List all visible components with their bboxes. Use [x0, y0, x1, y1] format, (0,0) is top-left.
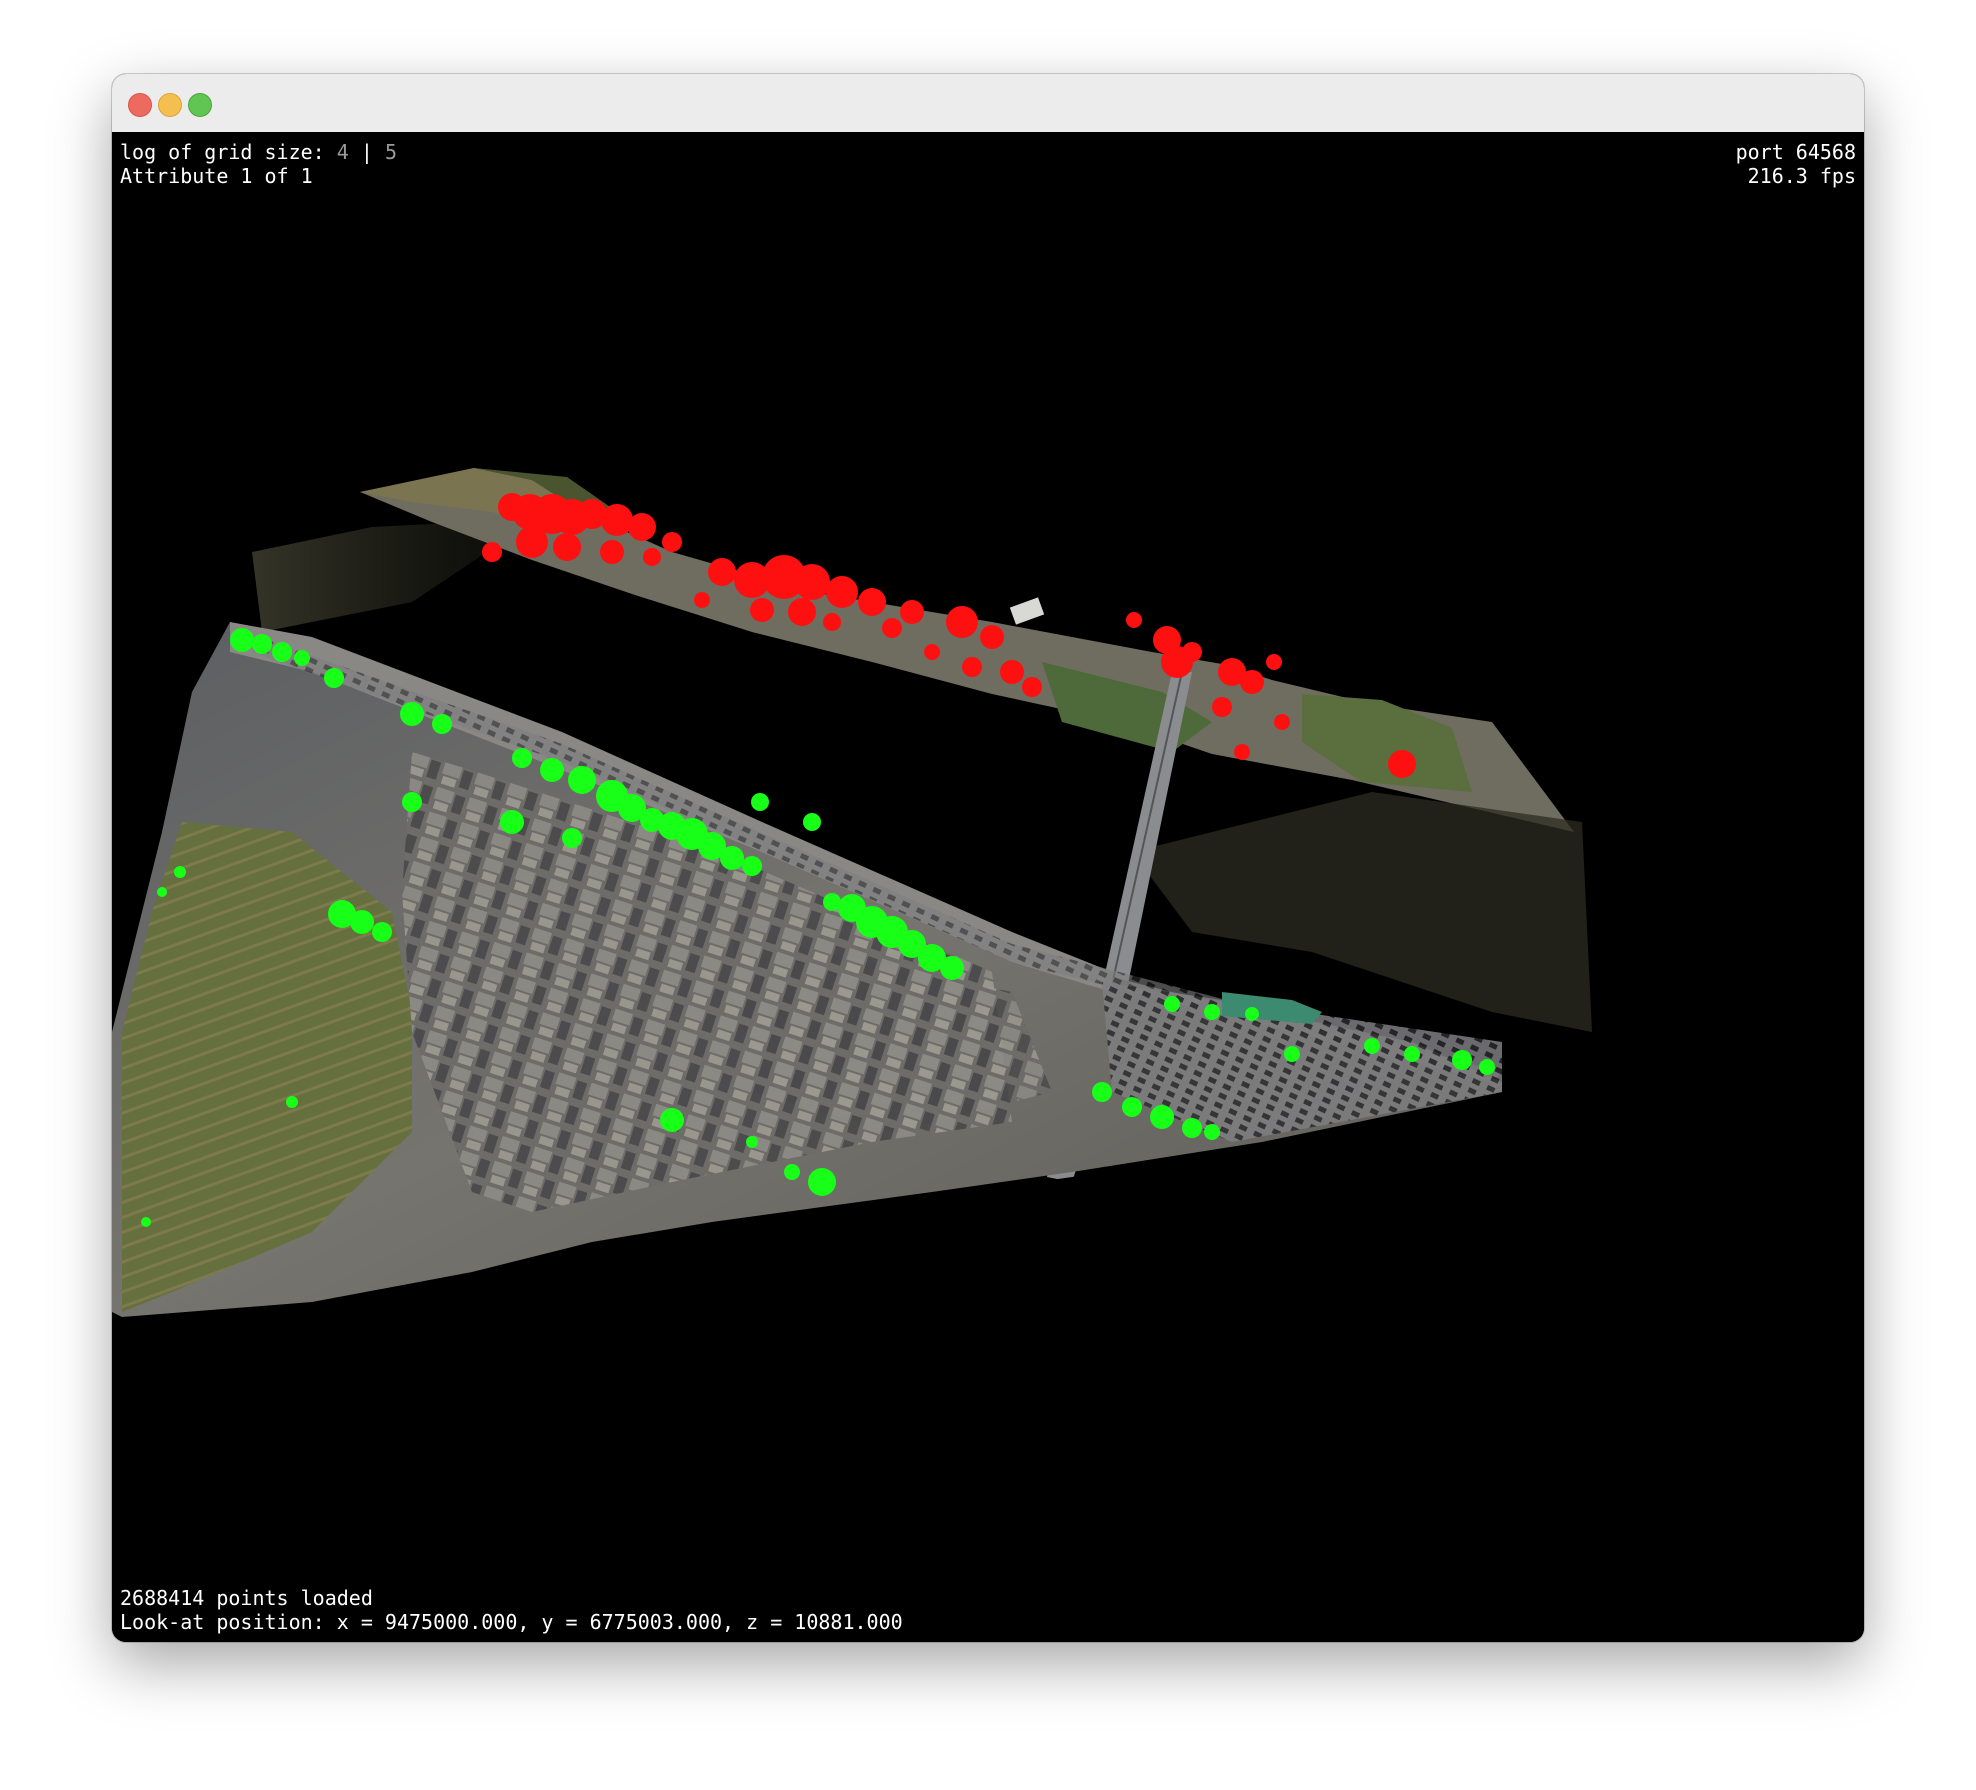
white-building [1009, 597, 1045, 625]
fps-counter: 216.3 fps [1747, 164, 1856, 188]
grid-size-separator: | [360, 140, 373, 164]
hud-bottom-left: 2688414 points loaded Look-at position: … [120, 1586, 903, 1634]
point-cloud-viewport[interactable]: log of grid size: 4 | 5 Attribute 1 of 1… [112, 132, 1864, 1642]
zoom-window-button[interactable] [188, 93, 212, 117]
hud-top-left: log of grid size: 4 | 5 Attribute 1 of 1 [120, 140, 397, 188]
points-loaded-status: 2688414 points loaded [120, 1586, 373, 1610]
riverside-lawn [1302, 694, 1472, 792]
grid-size-value-b: 5 [384, 140, 397, 164]
far-shore-reflection [252, 522, 502, 632]
app-window: log of grid size: 4 | 5 Attribute 1 of 1… [112, 74, 1864, 1642]
hud-top-right: port 64568 216.3 fps [1736, 140, 1856, 188]
port-indicator: port 64568 [1735, 140, 1856, 164]
look-at-position: Look-at position: x = 9475000.000, y = 6… [120, 1610, 903, 1634]
close-window-button[interactable] [128, 93, 152, 117]
minimize-window-button[interactable] [158, 93, 182, 117]
point-cloud-scene[interactable] [112, 132, 1864, 1642]
grid-size-label: log of grid size: [120, 140, 325, 164]
attribute-indicator: Attribute 1 of 1 [120, 164, 313, 188]
grid-size-value-a: 4 [336, 140, 349, 164]
title-bar[interactable] [112, 74, 1864, 133]
